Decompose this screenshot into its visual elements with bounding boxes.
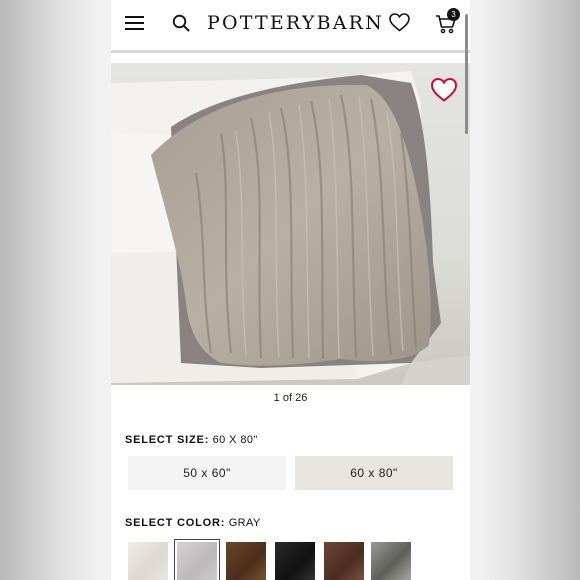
scrollbar[interactable]	[465, 14, 468, 134]
product-page: POTTERYBARN 3 1 of 26 SELECT SIZE: 60 X …	[111, 0, 470, 580]
black-swatch[interactable]	[275, 542, 315, 580]
select-color-heading: SELECT COLOR: GRAY	[125, 517, 261, 529]
brown-swatch[interactable]	[226, 542, 266, 580]
size-option-60x80[interactable]: 60 x 80"	[295, 456, 453, 490]
favorite-heart-icon[interactable]	[430, 77, 458, 103]
image-pager-count: 1 of 26	[273, 392, 308, 404]
select-color-label: SELECT COLOR:	[125, 517, 226, 529]
select-size-label: SELECT SIZE:	[125, 434, 210, 446]
faux-fur-throw-photo	[111, 63, 470, 385]
product-image-carousel[interactable]	[111, 63, 470, 385]
menu-icon[interactable]	[125, 15, 144, 31]
gray-swatch[interactable]	[174, 539, 220, 580]
brand-logo[interactable]: POTTERYBARN	[207, 10, 382, 36]
ivory-swatch[interactable]	[128, 542, 168, 580]
wishlist-heart-icon[interactable]	[389, 13, 410, 32]
select-size-heading: SELECT SIZE: 60 X 80"	[125, 434, 258, 446]
cart-count-badge: 3	[447, 8, 460, 21]
wolf-swatch[interactable]	[371, 542, 411, 580]
selected-color-value: GRAY	[228, 517, 261, 529]
search-icon[interactable]	[172, 14, 190, 32]
mink-swatch[interactable]	[324, 542, 364, 580]
header: POTTERYBARN 3	[111, 0, 470, 53]
size-option-50x60[interactable]: 50 x 60"	[128, 456, 286, 490]
selected-size-value: 60 X 80"	[212, 434, 258, 446]
